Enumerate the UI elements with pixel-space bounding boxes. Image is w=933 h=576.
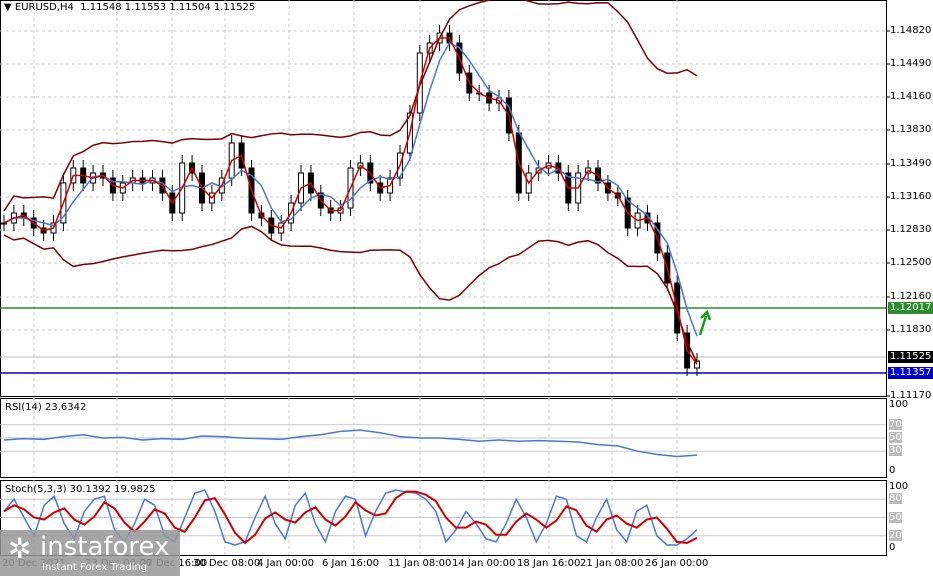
lower-bollinger-band — [3, 225, 698, 363]
price-label: 1.13490 — [890, 158, 932, 169]
stoch-level-label: 20 — [889, 529, 902, 541]
logo-tagline: Instant Forex Trading — [42, 562, 148, 573]
price-label: 1.12830 — [890, 224, 932, 235]
rsi-level-label: 30 — [889, 445, 902, 457]
up-arrow-icon — [698, 309, 712, 336]
logo-icon: ✲ — [8, 532, 32, 565]
price-label: 1.12160 — [890, 291, 932, 302]
time-label: 26 Jan 00:00 — [645, 558, 709, 569]
time-label: 18 Jan 16:00 — [517, 558, 581, 569]
chart-header: ▼ EURUSD,H4 1.11548 1.11553 1.11504 1.11… — [4, 2, 255, 13]
rsi-label: RSI(14) 23.6342 — [5, 402, 87, 413]
time-label: 30 Dec 08:00 — [193, 558, 261, 569]
stoch-level-label: 80 — [889, 493, 902, 505]
rsi-level-label: 70 — [889, 418, 902, 430]
stoch-label: Stoch(5,3,3) 30.1392 19.9825 — [5, 484, 156, 495]
stoch-level-label: 0 — [889, 542, 896, 553]
time-label: 4 Jan 00:00 — [257, 558, 314, 569]
rsi-level-label: 100 — [889, 399, 909, 410]
time-label: 11 Jan 08:00 — [388, 558, 452, 569]
symbol-label: EURUSD,H4 — [14, 2, 74, 13]
current-price-tag: 1.11525 — [888, 351, 933, 363]
logo-name: instaforex — [40, 532, 170, 562]
time-label: 21 Jan 08:00 — [580, 558, 644, 569]
panel-frame-0 — [0, 0, 887, 397]
rsi-level-label: 50 — [889, 432, 902, 443]
time-label: 14 Jan 00:00 — [452, 558, 516, 569]
stoch-level-label: 100 — [889, 481, 909, 492]
price-label: 1.12500 — [890, 257, 932, 268]
price-label: 1.14160 — [890, 91, 932, 102]
instaforex-logo: ✲ instaforex Instant Forex Trading — [0, 530, 180, 576]
price-label: 1.13830 — [890, 124, 932, 135]
dropdown-icon[interactable]: ▼ — [4, 2, 12, 13]
stoch-level-label: 50 — [889, 511, 902, 523]
price-label: 1.14490 — [890, 58, 932, 69]
resistance-price-tag: 1.12017 — [888, 302, 933, 314]
support-price-tag: 1.11357 — [888, 367, 933, 379]
time-label: 6 Jan 16:00 — [322, 558, 379, 569]
price-label: 1.14820 — [890, 25, 932, 36]
price-label: 1.11830 — [890, 324, 932, 335]
rsi-line — [3, 429, 698, 458]
price-label: 1.13160 — [890, 191, 932, 202]
rsi-level-label: 0 — [889, 465, 896, 476]
candle-body — [1, 222, 7, 225]
ohlc-values: 1.11548 1.11553 1.11504 1.11525 — [80, 2, 256, 13]
